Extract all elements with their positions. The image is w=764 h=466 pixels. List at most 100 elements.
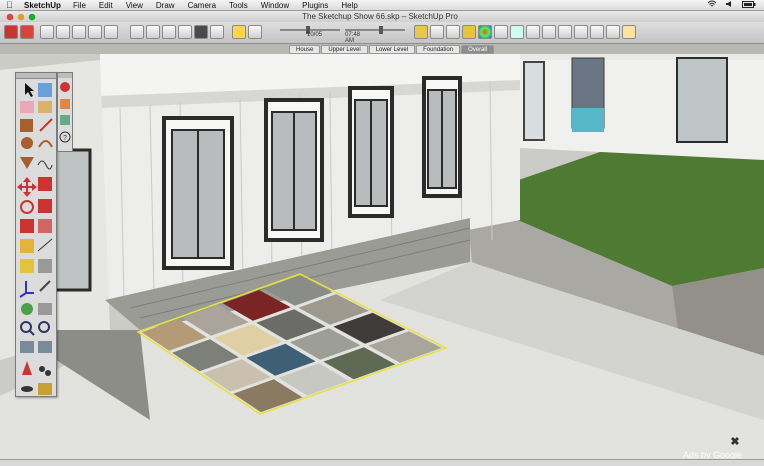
share-component-icon bbox=[60, 99, 70, 109]
close-window-button bbox=[6, 13, 14, 21]
fog-settings-button[interactable] bbox=[590, 25, 604, 39]
protractor-tool bbox=[20, 259, 34, 273]
tape-measure-tool bbox=[20, 239, 34, 253]
zoom-window-tool bbox=[38, 321, 50, 333]
menu-items: File Edit View Draw Camera Tools Window … bbox=[73, 0, 371, 11]
top-view-button[interactable] bbox=[56, 25, 70, 39]
offset-tool bbox=[38, 219, 52, 233]
select-tool[interactable] bbox=[25, 83, 34, 97]
pool-water bbox=[572, 108, 604, 132]
tool-icons bbox=[17, 83, 53, 395]
window-controls bbox=[6, 13, 36, 21]
paint-bucket-tool bbox=[38, 101, 52, 113]
make-component-tool bbox=[38, 83, 52, 97]
xray-button[interactable] bbox=[130, 25, 144, 39]
freehand-tool bbox=[37, 160, 53, 170]
axes-tool bbox=[19, 281, 34, 298]
front-view-button[interactable] bbox=[72, 25, 86, 39]
menubar:  SketchUp File Edit View Draw Camera To… bbox=[0, 0, 764, 11]
menu-file[interactable]: File bbox=[73, 0, 86, 11]
colors-button[interactable] bbox=[478, 25, 492, 39]
close-icon[interactable]: ✖ bbox=[729, 436, 741, 448]
extension-icon bbox=[60, 115, 70, 125]
app-name-menu[interactable]: SketchUp bbox=[24, 0, 61, 11]
scenes-button[interactable] bbox=[542, 25, 556, 39]
get-models-button[interactable] bbox=[4, 25, 18, 39]
sandbox-button[interactable] bbox=[414, 25, 428, 39]
rectangle-tool bbox=[20, 119, 33, 132]
status-bar bbox=[0, 459, 764, 466]
section-plane-tool bbox=[38, 383, 52, 395]
eraser-tool bbox=[20, 101, 34, 113]
menu-window[interactable]: Window bbox=[261, 0, 289, 11]
window-titlebar: The Sketchup Show 66.skp – SketchUp Pro bbox=[0, 11, 764, 22]
text-tool bbox=[38, 259, 52, 273]
model-viewport[interactable]: ? ✖ Ads by Google bbox=[0, 54, 764, 466]
right-door bbox=[523, 61, 545, 141]
back-view-button[interactable] bbox=[104, 25, 118, 39]
svg-text:?: ? bbox=[63, 135, 67, 142]
shaded-button[interactable] bbox=[178, 25, 192, 39]
paint-bucket-button[interactable] bbox=[462, 25, 476, 39]
iso-view-button[interactable] bbox=[40, 25, 54, 39]
monochrome-button[interactable] bbox=[210, 25, 224, 39]
menu-tools[interactable]: Tools bbox=[229, 0, 248, 11]
shadows-toggle-button[interactable] bbox=[232, 25, 246, 39]
push-pull-tool bbox=[38, 177, 52, 191]
tab-lower-level[interactable]: Lower Level bbox=[368, 45, 416, 54]
zoom-tool bbox=[20, 321, 35, 336]
menu-plugins[interactable]: Plugins bbox=[302, 0, 328, 11]
styles-button[interactable] bbox=[558, 25, 572, 39]
palette-close-icon[interactable] bbox=[58, 73, 72, 78]
zoom-extents-tool bbox=[38, 341, 52, 353]
apple-logo-icon[interactable]:  bbox=[6, 0, 13, 11]
shadows-button[interactable] bbox=[574, 25, 588, 39]
fog-button[interactable] bbox=[248, 25, 262, 39]
minimize-window-button bbox=[17, 13, 25, 21]
menu-draw[interactable]: Draw bbox=[156, 0, 175, 11]
3d-warehouse-icon bbox=[60, 82, 70, 92]
status-area bbox=[707, 0, 756, 8]
secondary-tool-set: ? bbox=[57, 72, 73, 152]
tab-overall[interactable]: Overall bbox=[461, 45, 495, 54]
volume-icon[interactable] bbox=[725, 0, 734, 8]
3d-text-button[interactable] bbox=[446, 25, 460, 39]
main-toolbar bbox=[0, 22, 764, 44]
layers-button[interactable] bbox=[526, 25, 540, 39]
pan-tool bbox=[38, 303, 52, 315]
hidden-line-button[interactable] bbox=[162, 25, 176, 39]
rotate-tool bbox=[20, 200, 34, 214]
right-view-button[interactable] bbox=[88, 25, 102, 39]
shadow-time-label: 07:48 AM bbox=[345, 32, 361, 44]
shadow-date-label: 10/05 bbox=[307, 32, 323, 38]
components-button[interactable] bbox=[510, 25, 524, 39]
large-tool-set bbox=[15, 72, 57, 397]
text-button[interactable] bbox=[430, 25, 444, 39]
zoom-window-button bbox=[28, 13, 36, 21]
menu-edit[interactable]: Edit bbox=[99, 0, 113, 11]
shaded-textures-button[interactable] bbox=[194, 25, 208, 39]
previous-view-tool bbox=[20, 341, 34, 353]
wireframe-button[interactable] bbox=[146, 25, 160, 39]
tab-upper-level[interactable]: Upper Level bbox=[321, 45, 368, 54]
move-tool bbox=[17, 177, 37, 197]
orbit-tool bbox=[21, 303, 33, 315]
wifi-icon[interactable] bbox=[707, 0, 717, 8]
arc-tool bbox=[38, 140, 53, 148]
materials-button[interactable] bbox=[494, 25, 508, 39]
menu-view[interactable]: View bbox=[126, 0, 143, 11]
3d-text-tool bbox=[39, 280, 51, 292]
model-scene bbox=[0, 54, 764, 466]
right-window bbox=[676, 57, 728, 143]
share-model-button[interactable] bbox=[20, 25, 34, 39]
circle-tool bbox=[21, 137, 33, 149]
line-tool bbox=[39, 118, 53, 132]
battery-icon[interactable] bbox=[742, 0, 756, 8]
menu-help[interactable]: Help bbox=[341, 0, 357, 11]
tab-foundation[interactable]: Foundation bbox=[416, 45, 461, 54]
instructor-button[interactable] bbox=[622, 25, 636, 39]
look-around-tool bbox=[21, 386, 33, 392]
tab-house[interactable]: House bbox=[289, 45, 321, 54]
outliner-button[interactable] bbox=[606, 25, 620, 39]
menu-camera[interactable]: Camera bbox=[188, 0, 216, 11]
